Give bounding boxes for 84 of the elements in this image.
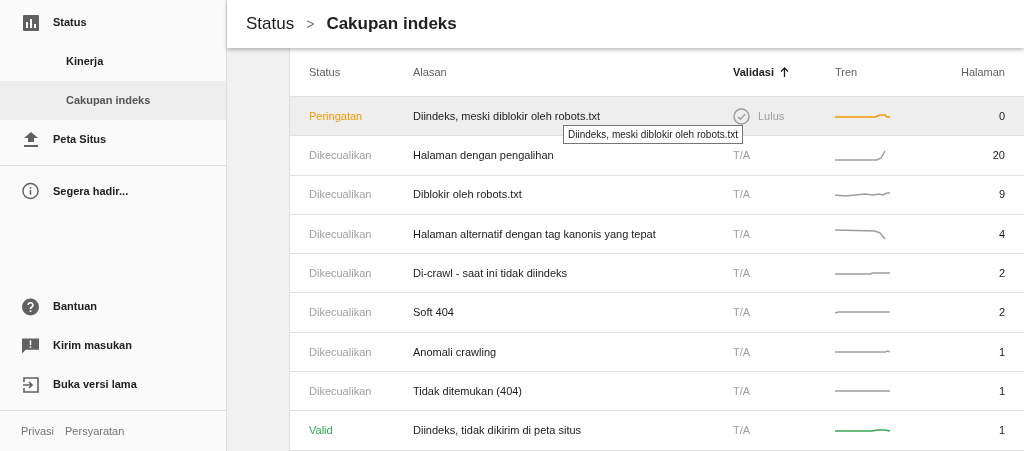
breadcrumb-link[interactable]: Status — [246, 11, 295, 37]
status-text: Dikecualikan — [309, 384, 372, 397]
validation-text: T/A — [733, 148, 751, 164]
sidebar-item[interactable]: Cakupan indeks — [0, 81, 226, 120]
sidebar-item[interactable]: Segera hadir... — [0, 166, 226, 216]
sidebar-label: Kirim masukan — [53, 338, 132, 354]
validation-text: T/A — [733, 187, 751, 203]
help-icon — [22, 297, 39, 316]
table-row[interactable]: Dikecualikan Di-crawl - saat ini tidak diindeks T/A 2 — [290, 254, 1024, 294]
column-header[interactable]: Halaman — [960, 63, 1005, 81]
status-text: Valid — [309, 424, 333, 437]
exit-icon — [22, 376, 39, 393]
footer-link[interactable]: Persyaratan — [65, 422, 125, 440]
sidebar-item[interactable]: Kirim masukan — [0, 326, 226, 365]
column-header[interactable]: Validasi — [733, 63, 774, 81]
status-text: Dikecualikan — [309, 227, 372, 240]
page-count: 20 — [992, 149, 1005, 162]
validation-text: Lulus — [758, 108, 785, 124]
page-count: 1 — [998, 384, 1005, 397]
page-count: 1 — [998, 424, 1005, 437]
validation-text: T/A — [733, 266, 751, 282]
sidebar-label: Peta Situs — [53, 132, 107, 148]
bar-chart-icon — [22, 14, 39, 31]
page-count: 1 — [998, 345, 1005, 358]
trend-sparkline — [835, 311, 890, 315]
status-text: Dikecualikan — [309, 306, 372, 319]
page-count: 9 — [998, 188, 1005, 201]
status-text: Dikecualikan — [309, 345, 372, 358]
reason-text: Soft 404 — [413, 306, 454, 319]
page-title: Cakupan indeks — [326, 13, 457, 36]
trend-sparkline — [835, 429, 890, 432]
reason-text: Diblokir oleh robots.txt — [413, 188, 522, 201]
sidebar-label: Buka versi lama — [53, 377, 137, 393]
sidebar-item[interactable]: Buka versi lama — [0, 365, 226, 404]
reason-text: Diindeks, tidak dikirim di peta situs — [413, 424, 582, 437]
reason-text: Di-crawl - saat ini tidak diindeks — [413, 267, 568, 280]
column-header[interactable]: Alasan — [413, 63, 447, 81]
page-count: 2 — [998, 306, 1005, 319]
upload-icon — [23, 131, 38, 148]
trend-sparkline — [835, 271, 890, 275]
validation-text: T/A — [733, 344, 751, 360]
sidebar-label: Cakupan indeks — [66, 93, 151, 109]
info-icon — [22, 182, 39, 200]
sort-arrow-icon — [780, 67, 789, 77]
sidebar-label: Status — [53, 15, 87, 31]
sidebar-item[interactable]: Kinerja — [0, 42, 226, 81]
validation-text: T/A — [733, 423, 751, 439]
trend-sparkline — [835, 114, 890, 119]
footer-link[interactable]: Privasi — [21, 422, 54, 440]
table-row[interactable]: Valid Diindeks, tidak dikirim di peta situs T/A 1 — [290, 411, 1024, 451]
status-text: Dikecualikan — [309, 188, 372, 201]
table-row[interactable]: Dikecualikan Halaman alternatif dengan tag kanonis yang tepat T/A 4 — [290, 214, 1024, 255]
reason-text: Diindeks, meski diblokir oleh robots.txt — [413, 109, 601, 122]
table-row[interactable]: Dikecualikan Anomali crawling T/A 1 — [290, 332, 1024, 373]
table-row[interactable]: Dikecualikan Tidak ditemukan (404) T/A 1 — [290, 372, 1024, 412]
column-header[interactable]: Tren — [835, 63, 858, 81]
validation-text: T/A — [733, 226, 751, 242]
table-row[interactable]: Dikecualikan Soft 404 T/A 2 — [290, 293, 1024, 333]
page-count: 2 — [998, 267, 1005, 280]
validation-text: T/A — [733, 305, 751, 321]
sidebar-label: Kinerja — [66, 54, 104, 70]
breadcrumb-separator: > — [306, 14, 315, 34]
status-text: Dikecualikan — [309, 149, 372, 162]
status-text: Dikecualikan — [309, 267, 372, 280]
page-count: 0 — [998, 109, 1005, 122]
reason-text: Tidak ditemukan (404) — [413, 384, 523, 397]
reason-text: Halaman alternatif dengan tag kanonis yang tepat — [413, 227, 656, 240]
table-row[interactable]: Dikecualikan Diblokir oleh robots.txt T/A 9 — [290, 175, 1024, 215]
reason-text: Halaman dengan pengalihan — [413, 149, 554, 162]
page-count: 4 — [998, 227, 1005, 240]
sidebar-item[interactable]: Bantuan — [0, 287, 226, 326]
tooltip: Diindeks, meski diblokir oleh robots.txt — [563, 125, 744, 144]
sidebar-label: Segera hadir... — [53, 183, 129, 199]
feedback-icon — [22, 336, 39, 355]
status-text: Peringatan — [309, 109, 363, 122]
column-header[interactable]: Status — [309, 63, 341, 81]
sidebar-label: Bantuan — [53, 299, 97, 315]
trend-sparkline — [835, 192, 890, 198]
trend-sparkline — [835, 350, 890, 354]
sidebar-item[interactable]: Status — [0, 3, 226, 42]
sidebar-item[interactable]: Peta Situs — [0, 120, 226, 159]
trend-sparkline — [835, 390, 890, 393]
validation-text: T/A — [733, 383, 751, 399]
reason-text: Anomali crawling — [413, 345, 497, 358]
